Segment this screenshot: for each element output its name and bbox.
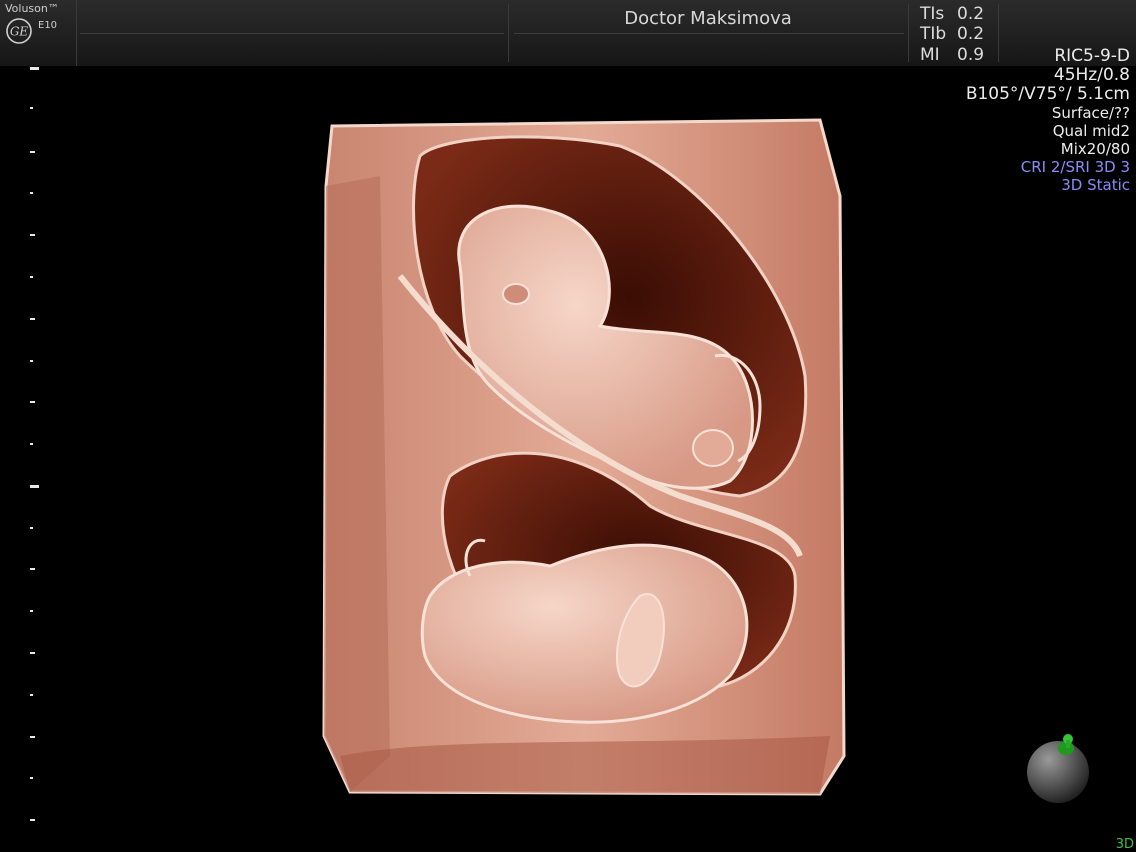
depth-tick-major [30, 67, 39, 70]
depth-tick [30, 318, 35, 320]
depth-tick-major [30, 485, 39, 488]
depth-tick [30, 276, 33, 278]
header-divider [514, 33, 904, 34]
logo-area: Voluson™ GE E10 [0, 0, 77, 66]
orientation-ball-icon[interactable] [1024, 732, 1092, 806]
model-label: E10 [38, 20, 58, 31]
depth-tick [30, 819, 35, 821]
ti-soft-index: TIs 0.2 [920, 4, 985, 24]
cri-sri-label: CRI 2/SRI 3D 3 [1020, 158, 1130, 176]
depth-tick [30, 234, 35, 236]
acquisition-mode-label: 3D Static [1061, 176, 1130, 194]
depth-tick [30, 107, 33, 109]
frequency-label: 45Hz/0.8 [1053, 65, 1130, 85]
render-mode-label: Surface/?? [1051, 104, 1130, 122]
mix-label: Mix20/80 [1060, 140, 1130, 158]
header-divider [80, 33, 504, 34]
depth-tick [30, 360, 33, 362]
depth-tick [30, 192, 33, 194]
header-separator [908, 4, 909, 62]
depth-tick [30, 652, 35, 654]
ti-bone-index: TIb 0.2 [920, 24, 985, 44]
mechanical-index: MI 0.9 [920, 45, 985, 65]
depth-tick [30, 610, 33, 612]
depth-tick [30, 443, 33, 445]
fetus-3d-render[interactable] [320, 116, 846, 798]
depth-tick [30, 401, 35, 403]
brand-label: Voluson™ [5, 2, 59, 15]
angles-label: B105°/V75°/ 5.1cm [965, 84, 1130, 104]
quality-label: Qual mid2 [1052, 122, 1130, 140]
ge-logo-icon: GE [6, 18, 32, 44]
operator-name: Doctor Maksimova [624, 8, 792, 29]
depth-tick [30, 777, 33, 779]
probe-label: RIC5-9-D [1054, 46, 1130, 66]
depth-tick [30, 736, 35, 738]
depth-scale [0, 66, 60, 852]
depth-tick [30, 151, 35, 153]
depth-tick [30, 694, 33, 696]
depth-tick [30, 527, 33, 529]
svg-text:GE: GE [10, 25, 29, 39]
scan-parameters: RIC5-9-D 45Hz/0.8 B105°/V75°/ 5.1cm Surf… [965, 46, 1130, 195]
header-separator [508, 4, 509, 62]
mode-indicator: 3D [1115, 837, 1134, 852]
depth-tick [30, 568, 35, 570]
